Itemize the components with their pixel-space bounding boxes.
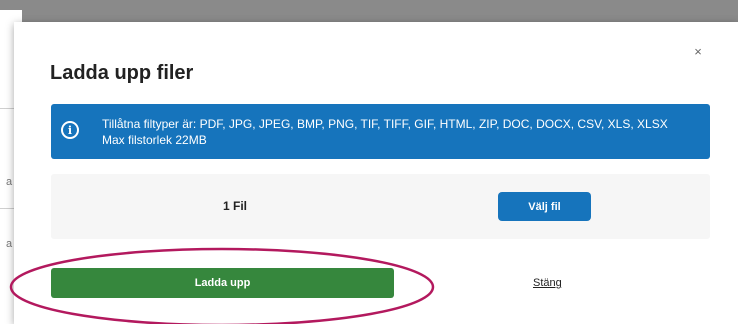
file-picker: 1 Fil Välj fil <box>51 174 710 239</box>
allowed-types-line: Tillåtna filtyper är: PDF, JPG, JPEG, BM… <box>102 117 668 131</box>
max-size-line: Max filstorlek 22MB <box>102 133 207 147</box>
close-icon[interactable]: × <box>688 41 708 61</box>
allowed-file-types-notice: i Tillåtna filtyper är: PDF, JPG, JPEG, … <box>51 104 710 159</box>
background-text-fragment: a <box>6 176 13 188</box>
selected-file-count: 1 Fil <box>223 199 248 213</box>
dialog-title: Ladda upp filer <box>50 62 194 84</box>
allowed-file-types-text: Tillåtna filtyper är: PDF, JPG, JPEG, BM… <box>102 116 668 148</box>
info-icon: i <box>61 121 79 139</box>
background-text-fragment: a <box>6 238 13 250</box>
upload-button[interactable]: Ladda upp <box>51 268 394 298</box>
choose-file-button[interactable]: Välj fil <box>498 192 591 221</box>
close-link[interactable]: Stäng <box>533 277 562 289</box>
